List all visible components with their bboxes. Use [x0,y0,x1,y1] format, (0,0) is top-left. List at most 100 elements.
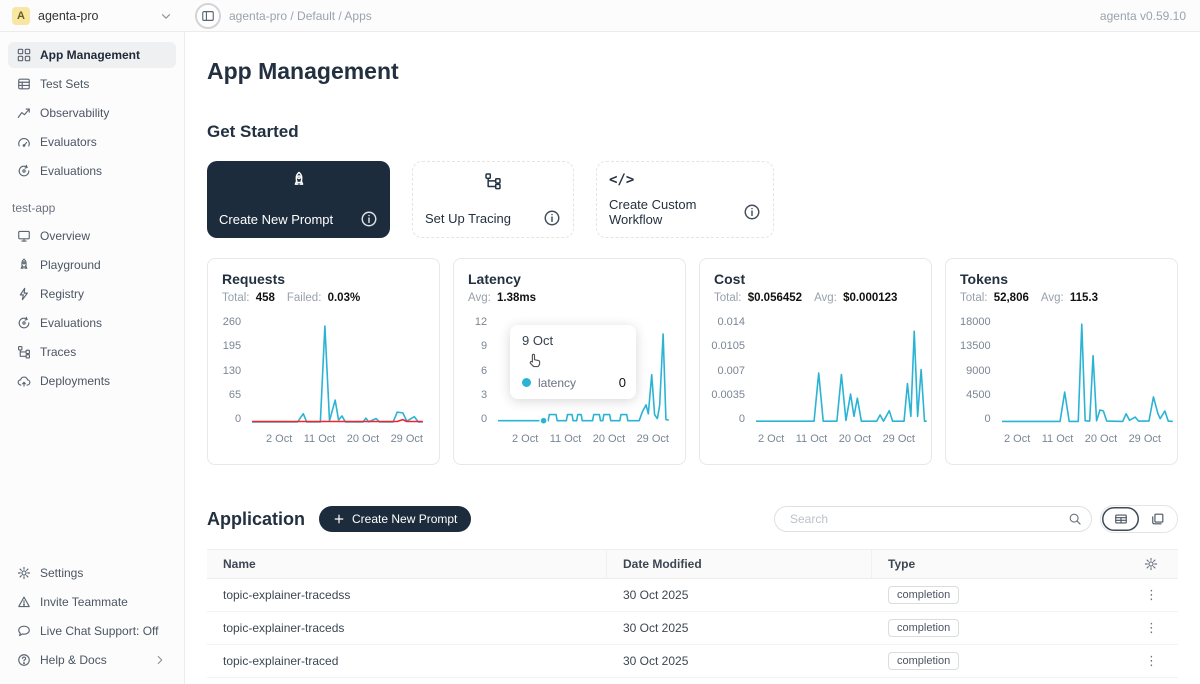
cycle-icon [17,164,31,178]
y-axis-label: 0 [984,414,990,425]
x-axis-label: 2 Oct [266,433,292,445]
chart-plot-area[interactable] [250,317,425,425]
table-row[interactable]: topic-explainer-tracedss30 Oct 2025compl… [207,579,1178,612]
row-menu-button[interactable]: ⋮ [1145,653,1158,669]
create-custom-workflow-card[interactable]: </> Create Custom Workflow [596,161,774,238]
y-axis-label: 4500 [966,390,990,401]
sidebar-project-label: test-app [12,201,176,215]
chart-body: 065130195260 [222,317,425,425]
y-axis-label: 0.007 [717,366,745,377]
sidebar-item-help-docs[interactable]: Help & Docs [8,647,176,673]
set-up-tracing-card[interactable]: Set Up Tracing [412,161,574,238]
table-row[interactable]: topic-explainer-traced30 Oct 2025complet… [207,645,1178,678]
create-new-prompt-button[interactable]: Create New Prompt [319,506,471,532]
row-menu-button[interactable]: ⋮ [1145,587,1158,603]
table-row[interactable]: topic-explainer-traceds30 Oct 2025comple… [207,612,1178,645]
cycle-icon [17,316,31,330]
sidebar-collapse-button[interactable] [195,3,221,29]
sidebar-item-label: Playground [40,258,101,272]
table-row[interactable]: career-assessment27 Oct 2025completion⋮ [207,678,1178,684]
sidebar-item-deployments[interactable]: Deployments [8,368,176,394]
search-icon [1068,512,1082,526]
table-settings-gear-icon[interactable] [1144,557,1158,571]
y-axis-label: 6 [481,366,487,377]
y-axis-label: 13500 [960,341,991,352]
sidebar-item-observability[interactable]: Observability [8,100,176,126]
sidebar-item-invite-teammate[interactable]: Invite Teammate [8,589,176,615]
chevron-down-icon [159,9,173,23]
card-view-icon [1151,512,1165,526]
info-icon[interactable] [360,210,378,228]
chart-title: Cost [714,271,917,287]
monitor-icon [17,229,31,243]
sidebar-item-evaluations[interactable]: Evaluations [8,310,176,336]
tracing-icon [425,172,561,190]
breadcrumb: agenta-pro / Default / Apps [229,9,372,23]
tooltip-value: 0 [619,375,626,390]
sidebar-project-nav: Overview Playground Registry Evaluations Tra… [8,223,176,397]
tree-icon [17,345,31,359]
hovered-point-marker [540,417,547,424]
main-content: App Management Get Started Create New Pr… [185,32,1200,684]
get-started-title: Get Started [207,122,1178,142]
sidebar-item-label: Help & Docs [40,653,107,667]
workspace-name: agenta-pro [38,9,98,23]
row-menu-button[interactable]: ⋮ [1145,620,1158,636]
y-axis-label: 12 [475,317,487,328]
x-axis-label: 2 Oct [758,433,784,445]
cell-actions: ⋮ [1108,620,1178,636]
sidebar-item-traces[interactable]: Traces [8,339,176,365]
chart-plot-area[interactable] [754,317,929,425]
sidebar-item-playground[interactable]: Playground [8,252,176,278]
cell-date-modified: 30 Oct 2025 [607,621,872,635]
sidebar-item-evaluators[interactable]: Evaluators [8,129,176,155]
card-view-button[interactable] [1139,507,1176,531]
sidebar-item-evaluations[interactable]: Evaluations [8,158,176,184]
chart-plot-area[interactable] [1000,317,1175,425]
card-label: Create New Prompt [219,212,333,227]
cell-name: topic-explainer-traced [207,654,607,668]
tooltip-series-dot [522,378,531,387]
create-new-prompt-card[interactable]: Create New Prompt [207,161,390,238]
info-icon[interactable] [543,209,561,227]
search-box [774,506,1092,532]
chart-card-latency: LatencyAvg: 1.38ms0369122 Oct11 Oct20 Oc… [453,258,686,465]
view-toggle [1100,505,1178,533]
hand-cursor-icon [526,352,543,369]
chart-stat: Avg: $0.000123 [814,292,897,304]
application-title: Application [207,509,305,530]
y-axis-label: 9000 [966,366,990,377]
sidebar-item-test-sets[interactable]: Test Sets [8,71,176,97]
sidebar-item-overview[interactable]: Overview [8,223,176,249]
sidebar-item-label: Test Sets [40,77,89,91]
y-axis-label: 0 [481,414,487,425]
charts-row: RequestsTotal: 458Failed: 0.03%065130195… [207,258,1178,465]
chat-icon [17,624,31,638]
workspace-selector[interactable]: A agenta-pro [0,7,185,25]
bolt-icon [17,287,31,301]
rocket-icon [17,258,31,272]
help-icon [17,653,31,667]
info-icon[interactable] [743,203,761,221]
cell-type: completion [872,652,1108,670]
search-input[interactable] [788,511,1068,527]
search-button[interactable] [1068,512,1082,526]
chart-stat: Avg: 1.38ms [468,292,536,304]
code-icon: </> [609,172,761,188]
table-view-button[interactable] [1102,507,1139,531]
sidebar-item-settings[interactable]: Settings [8,560,176,586]
y-axis-label: 18000 [960,317,991,328]
sidebar-item-app-management[interactable]: App Management [8,42,176,68]
cell-date-modified: 30 Oct 2025 [607,588,872,602]
page-title: App Management [207,58,1178,85]
x-axis-label: 11 Oct [1042,433,1074,445]
sidebar-item-live-chat-support[interactable]: Live Chat Support: Off [8,618,176,644]
cloud-icon [17,374,31,388]
sidebar-item-registry[interactable]: Registry [8,281,176,307]
panel-collapse-icon [201,9,215,23]
x-axis-label: 20 Oct [593,433,625,445]
sidebar-item-label: Deployments [40,374,110,388]
chart-line-tokens [1002,324,1173,421]
card-label: Create Custom Workflow [609,197,735,227]
workspace-avatar: A [12,7,30,25]
